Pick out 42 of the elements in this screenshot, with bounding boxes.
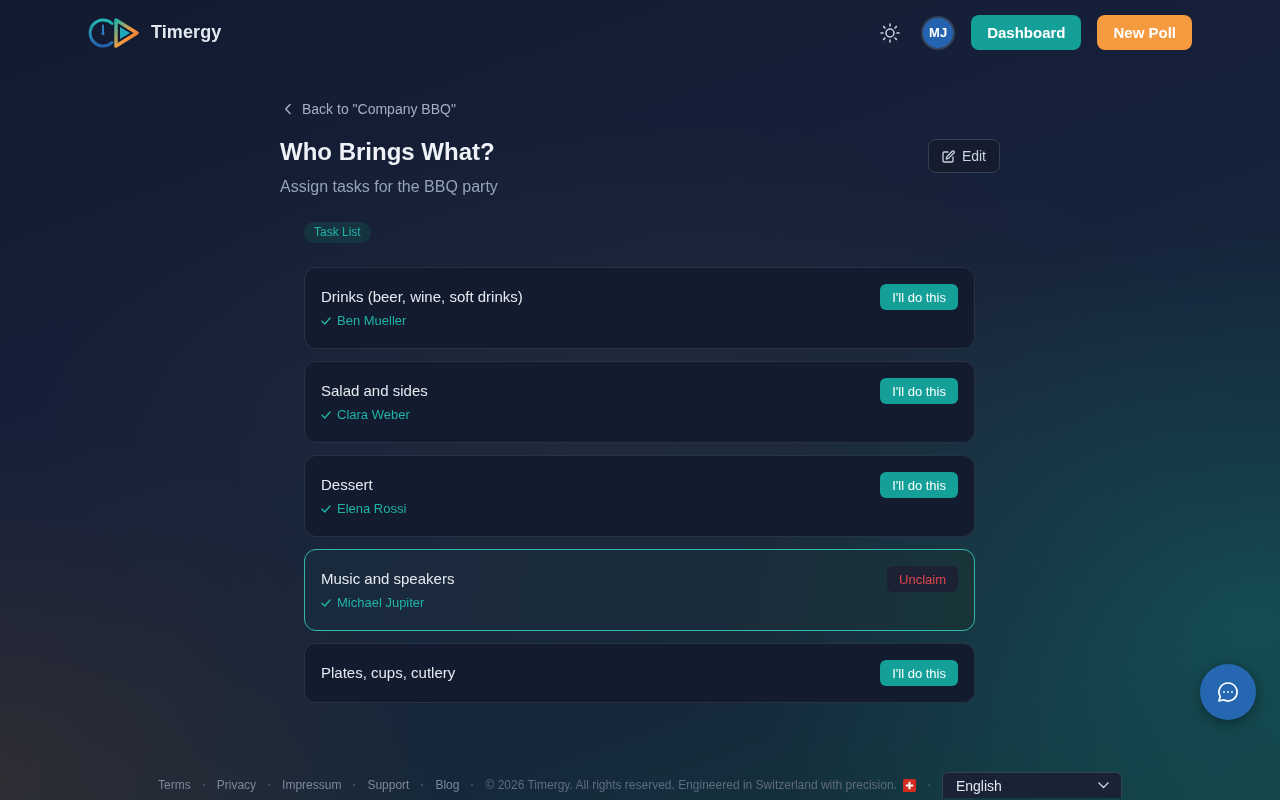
assignee-name: Michael Jupiter xyxy=(337,594,425,612)
language-select[interactable]: English xyxy=(941,772,1122,798)
footer-link[interactable]: Terms xyxy=(158,778,191,792)
footer-link[interactable]: Support xyxy=(367,778,410,792)
claim-button[interactable]: I'll do this xyxy=(880,472,958,498)
assignee-name: Elena Rossi xyxy=(337,500,407,518)
footer-link[interactable]: Impressum xyxy=(282,778,342,792)
copyright-text: © 2026 Timergy. All rights reserved. Engineered in Switzerland with precision. xyxy=(485,778,897,792)
chat-bubble-icon xyxy=(1217,681,1239,703)
edit-button[interactable]: Edit xyxy=(927,139,1000,173)
check-icon xyxy=(321,317,331,325)
task-title: Plates, cups, cutlery xyxy=(321,663,456,683)
dashboard-button[interactable]: Dashboard xyxy=(971,15,1082,50)
task-title: Salad and sides xyxy=(321,381,428,401)
claim-button[interactable]: I'll do this xyxy=(880,284,958,310)
logo-icon xyxy=(88,15,140,50)
task-title: Drinks (beer, wine, soft drinks) xyxy=(321,287,523,307)
footer-link[interactable]: Privacy xyxy=(216,778,257,792)
back-link[interactable]: Back to "Company BBQ" xyxy=(280,99,456,119)
unclaim-button[interactable]: Unclaim xyxy=(887,566,958,592)
user-avatar[interactable]: MJ xyxy=(921,15,956,50)
assignee-name: Ben Mueller xyxy=(337,312,407,330)
brand-name: Timergy xyxy=(151,22,222,43)
page-subtitle: Assign tasks for the BBQ party xyxy=(280,177,498,197)
pencil-square-icon xyxy=(941,149,955,163)
footer-link[interactable]: Blog xyxy=(435,778,460,792)
chat-button[interactable] xyxy=(1200,664,1256,720)
claim-button[interactable]: I'll do this xyxy=(880,378,958,404)
task-title: Dessert xyxy=(321,475,374,495)
sun-icon[interactable] xyxy=(880,22,901,43)
new-poll-button[interactable]: New Poll xyxy=(1097,15,1192,50)
flag-icon xyxy=(902,778,916,792)
task-list-badge: Task List xyxy=(304,222,371,243)
caret-icon xyxy=(1097,782,1109,789)
assignee-name: Clara Weber xyxy=(337,406,410,424)
check-icon xyxy=(321,505,331,513)
page-title: Who Brings What? xyxy=(280,137,496,167)
check-icon xyxy=(321,599,331,607)
task-title: Music and speakers xyxy=(321,569,455,589)
check-icon xyxy=(321,411,331,419)
chevron-left-icon xyxy=(284,103,292,115)
claim-button[interactable]: I'll do this xyxy=(880,660,958,686)
